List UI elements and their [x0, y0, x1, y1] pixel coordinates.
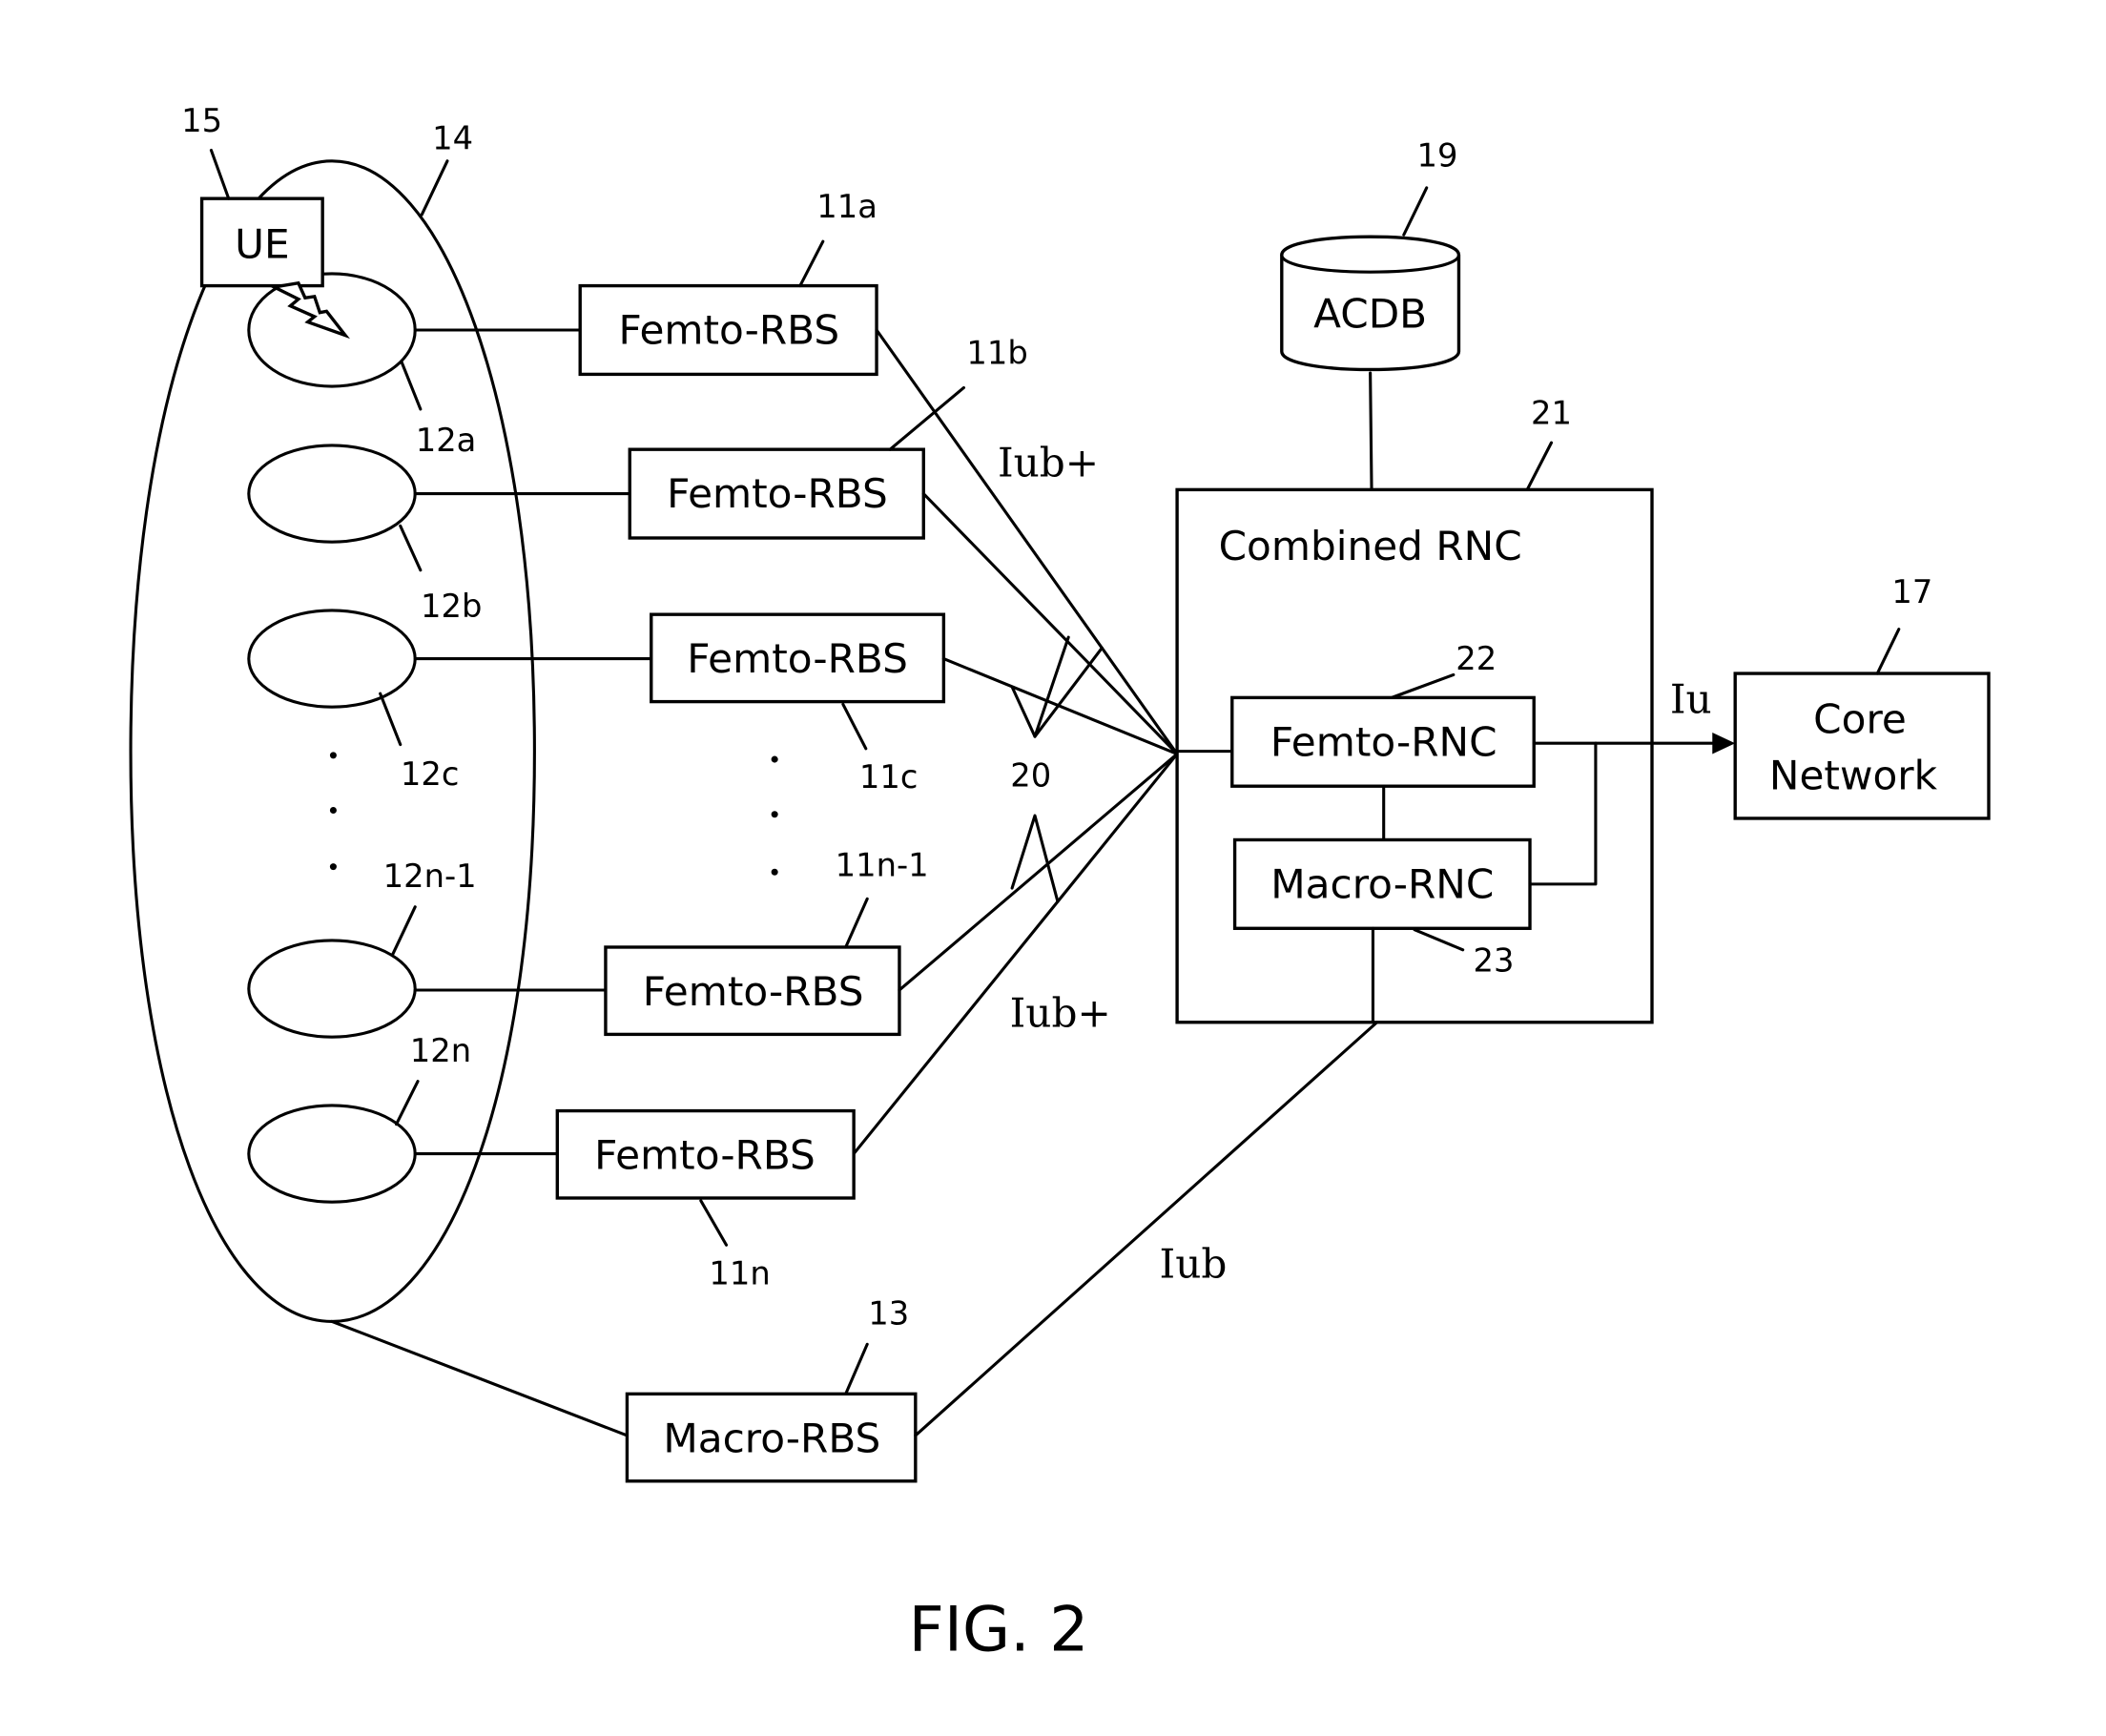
leader-line-11c	[841, 702, 868, 751]
ellipsis-dot	[771, 811, 778, 818]
macro-rnc-label: Macro-RNC	[1270, 860, 1494, 907]
ellipsis-dot	[771, 868, 778, 876]
leader-line-11a	[798, 239, 825, 288]
iub-label: Iub	[1160, 1240, 1228, 1287]
acdb-label: ACDB	[1313, 291, 1427, 338]
figure-caption: FIG. 2	[909, 1594, 1089, 1665]
leader-line-12n	[394, 1080, 420, 1126]
ellipsis-dot	[329, 807, 337, 815]
core-network-label-line1: Core	[1813, 695, 1907, 742]
core-network-label-line2: Network	[1769, 752, 1938, 798]
ue[interactable]: UE 15	[181, 102, 350, 340]
femto-rnc-label: Femto-RNC	[1270, 718, 1497, 765]
bundle-marker-upper	[1010, 635, 1070, 738]
bundle-marker-upper	[1033, 646, 1104, 738]
ref-label-12a: 12a	[416, 422, 477, 459]
ref-label-19: 19	[1416, 137, 1457, 175]
iub-plus-label-upper: Iub+	[998, 440, 1099, 486]
acdb[interactable]: ACDB 19	[1280, 137, 1461, 491]
leader-line-19	[1402, 186, 1429, 237]
ref-label-11n: 11n	[709, 1254, 770, 1292]
femto-rbs-11n[interactable]: Femto-RBS 11n	[555, 1108, 856, 1292]
femto-cells: 12a 12b 12c 12n-1 12n	[247, 272, 482, 1204]
leader-line-12a	[400, 361, 423, 411]
ref-label-23: 23	[1474, 942, 1515, 980]
ref-label-12n-1: 12n-1	[383, 858, 477, 895]
leader-line-13	[844, 1342, 869, 1395]
ref-label-22: 22	[1456, 640, 1497, 677]
ref-label-11a: 11a	[816, 188, 878, 225]
macro-rbs[interactable]: Macro-RBS 13 Iub	[330, 1021, 1379, 1483]
leader-line-11n-1	[844, 897, 869, 949]
iub-plus-link-11n	[852, 752, 1179, 1156]
leader-line-11n	[699, 1199, 729, 1247]
femto-rbs-label: Femto-RBS	[618, 306, 839, 353]
femto-rbs-label: Femto-RBS	[594, 1131, 816, 1178]
femto-cell-12b[interactable]	[247, 444, 417, 544]
ref-label-15: 15	[181, 102, 222, 139]
ref-label-13: 13	[868, 1294, 909, 1332]
iub-link-macro	[914, 1021, 1379, 1437]
network-diagram: 14 12a 12b 12c 12n-1 12n UE 15 Femto-RBS…	[129, 102, 1991, 1665]
macro-rbs-label: Macro-RBS	[663, 1415, 880, 1461]
femto-rbs-group: Femto-RBS 11a Femto-RBS 11b Femto-RBS 11…	[555, 188, 1028, 1292]
ref-label-17: 17	[1891, 573, 1932, 610]
ref-label-14: 14	[432, 119, 473, 156]
femto-rbs-label: Femto-RBS	[687, 635, 908, 682]
link-cell-area-macro-rbs	[330, 1319, 629, 1437]
radio-link-icon	[269, 280, 350, 340]
leader-line-12c	[379, 692, 403, 747]
arrow-head-icon	[1712, 732, 1736, 754]
cell-area: 14	[129, 119, 536, 1323]
femto-cell-12c[interactable]	[247, 609, 417, 709]
ref-label-20: 20	[1010, 756, 1051, 794]
femto-cell-12n[interactable]	[247, 1104, 417, 1204]
femto-rbs-11a[interactable]: Femto-RBS 11a	[578, 188, 878, 377]
combined-rnc-label: Combined RNC	[1219, 523, 1522, 569]
cell-area-outline	[129, 159, 536, 1323]
ref-label-11n-1: 11n-1	[836, 847, 929, 884]
iu-label: Iu	[1670, 675, 1712, 722]
ue-label: UE	[235, 220, 290, 267]
leader-line-12n-1	[390, 905, 417, 957]
combined-rnc[interactable]: Combined RNC 21 Femto-RNC 22 Macro-RNC 2…	[1175, 395, 1654, 1024]
ref-label-11c: 11c	[859, 758, 919, 796]
link-acdb-rnc	[1369, 371, 1373, 491]
femto-cell-12n-1[interactable]	[247, 939, 417, 1039]
core-network[interactable]: Core Network 17	[1733, 573, 1991, 820]
femto-rbs-11n-1[interactable]: Femto-RBS 11n-1	[604, 847, 929, 1037]
ref-label-11b: 11b	[966, 334, 1027, 371]
ellipsis-dot	[771, 755, 778, 763]
leader-line-12b	[399, 524, 423, 572]
ref-label-12c: 12c	[401, 755, 460, 793]
ellipsis-dot	[329, 752, 337, 759]
ellipsis-dot	[329, 863, 337, 871]
iub-plus-label-lower: Iub+	[1010, 989, 1111, 1036]
leader-line-14	[420, 159, 449, 217]
leader-line-15	[209, 148, 231, 200]
ref-label-12n: 12n	[410, 1032, 471, 1069]
ref-label-12b: 12b	[421, 588, 482, 625]
femto-rbs-11c[interactable]: Femto-RBS 11c	[650, 612, 946, 796]
ref-label-21: 21	[1531, 395, 1572, 432]
leader-line-17	[1875, 628, 1901, 675]
leader-line-21	[1525, 441, 1554, 491]
femto-rbs-label: Femto-RBS	[667, 470, 888, 517]
femto-rbs-label: Femto-RBS	[643, 968, 864, 1015]
leader-line-11b	[888, 385, 966, 451]
